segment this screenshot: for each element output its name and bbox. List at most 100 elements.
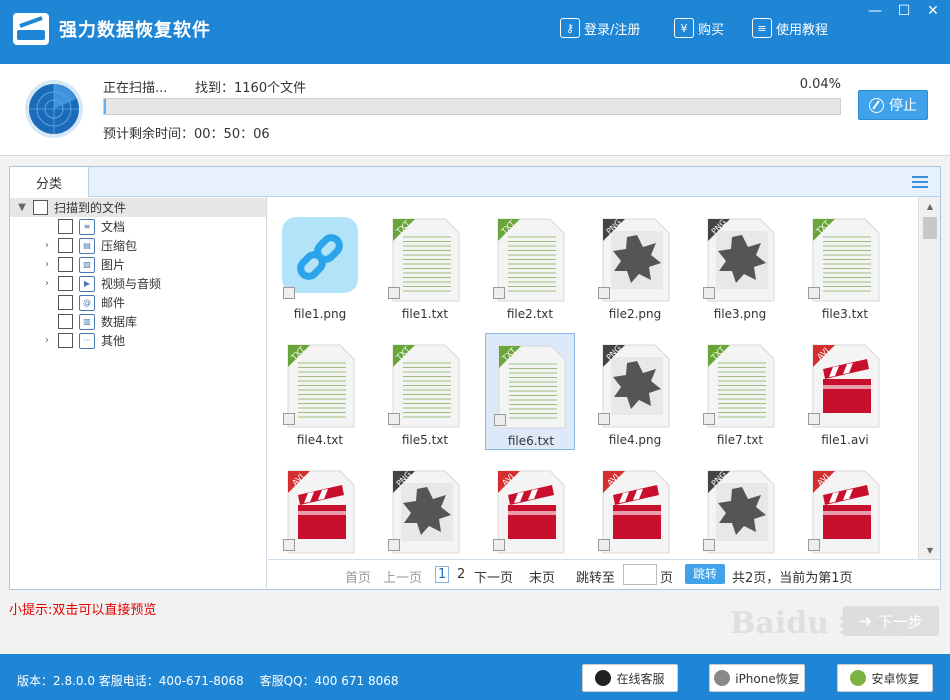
file-item[interactable]: AVIfile3.avi xyxy=(485,459,575,559)
file-item[interactable]: AVIfile4.avi xyxy=(590,459,680,559)
tree-item-checkbox[interactable] xyxy=(58,333,73,348)
chevron-down-icon[interactable]: ▼ xyxy=(15,201,29,215)
file-item[interactable]: TXT file2.txt xyxy=(485,207,575,324)
jump-page-input[interactable] xyxy=(623,564,657,585)
tree-item-checkbox[interactable] xyxy=(58,276,73,291)
image-icon: ▨ xyxy=(79,256,95,273)
book-icon: ≡ xyxy=(752,18,772,38)
vertical-scrollbar[interactable]: ▲ ▼ xyxy=(918,197,940,559)
tree-item[interactable]: › ▤ 压缩包 xyxy=(10,236,137,255)
android-recovery-button[interactable]: 安卓恢复 xyxy=(837,664,933,692)
file-checkbox[interactable] xyxy=(598,539,610,551)
scroll-thumb[interactable] xyxy=(923,217,937,239)
tutorial-link[interactable]: ≡ 使用教程 xyxy=(752,17,828,39)
files-found: 找到：1160个文件 xyxy=(195,81,307,96)
category-tree: ▼ 扫描到的文件 ≡ 文档 › ▤ 压缩包 › ▨ 图片 › ▶ 视频与音频 @ 邮件 ▥ 数据库 › ··· 其… xyxy=(10,197,267,589)
tree-item[interactable]: › ··· 其他 xyxy=(10,331,125,350)
footer-bar: 版本：2.8.0.0 客服电话：400-671-8068 客服QQ：400 67… xyxy=(0,654,950,700)
file-checkbox[interactable] xyxy=(808,539,820,551)
preview-tip: 小提示:双击可以直接预览 xyxy=(9,603,157,618)
tree-item-checkbox[interactable] xyxy=(58,219,73,234)
file-checkbox[interactable] xyxy=(283,539,295,551)
file-item[interactable]: PNGfile6.png xyxy=(695,459,785,559)
database-icon: ▥ xyxy=(79,313,95,330)
file-item[interactable]: PNG file2.png xyxy=(590,207,680,324)
file-checkbox[interactable] xyxy=(388,539,400,551)
tree-item[interactable]: › ▨ 图片 xyxy=(10,255,125,274)
tree-item-label: 图片 xyxy=(101,258,126,272)
tree-item[interactable]: › ▶ 视频与音频 xyxy=(10,274,161,293)
file-checkbox[interactable] xyxy=(703,413,715,425)
file-checkbox[interactable] xyxy=(598,413,610,425)
tree-root-checkbox[interactable] xyxy=(33,200,48,215)
stop-button[interactable]: 停止 xyxy=(858,90,928,120)
close-button[interactable]: ✕ xyxy=(920,0,946,22)
file-checkbox[interactable] xyxy=(283,287,295,299)
tree-item-checkbox[interactable] xyxy=(58,257,73,272)
file-item[interactable]: TXT file5.txt xyxy=(380,333,470,450)
tree-item-checkbox[interactable] xyxy=(58,295,73,310)
chevron-right-icon[interactable]: › xyxy=(40,258,54,272)
file-checkbox[interactable] xyxy=(493,287,505,299)
last-page-link[interactable]: 末页 xyxy=(529,567,555,586)
chevron-right-icon[interactable]: › xyxy=(40,334,54,348)
page-summary: 共2页，当前为第1页 xyxy=(732,571,853,586)
next-page-link[interactable]: 下一页 xyxy=(474,567,513,586)
login-link[interactable]: ⚷ 登录/注册 xyxy=(560,17,640,39)
file-item[interactable]: TXT file4.txt xyxy=(275,333,365,450)
file-item[interactable]: TXT file7.txt xyxy=(695,333,785,450)
file-name: file1.png xyxy=(293,307,347,321)
file-checkbox[interactable] xyxy=(493,539,505,551)
page-1-link[interactable]: 1 xyxy=(435,566,450,583)
scroll-down-icon[interactable]: ▼ xyxy=(919,541,941,559)
tree-item[interactable]: ▥ 数据库 xyxy=(10,312,137,331)
file-checkbox[interactable] xyxy=(808,287,820,299)
file-item[interactable]: PNG file3.png xyxy=(695,207,785,324)
file-name: file3.png xyxy=(713,307,767,321)
file-checkbox[interactable] xyxy=(494,414,506,426)
file-name: file2.png xyxy=(608,307,662,321)
file-checkbox[interactable] xyxy=(598,287,610,299)
scroll-up-icon[interactable]: ▲ xyxy=(919,197,941,215)
iphone-recovery-button[interactable]: iPhone恢复 xyxy=(709,664,805,692)
time-remaining: 预计剩余时间：00：50：06 xyxy=(103,127,270,142)
chevron-right-icon[interactable]: › xyxy=(40,239,54,253)
file-item[interactable]: file1.png xyxy=(275,207,365,324)
file-item[interactable]: TXT file1.txt xyxy=(380,207,470,324)
buy-link[interactable]: ¥ 购买 xyxy=(674,17,724,39)
file-item[interactable]: PNGfile5.png xyxy=(380,459,470,559)
file-item[interactable]: AVIfile5.avi xyxy=(800,459,890,559)
file-item[interactable]: AVIfile2.avi xyxy=(275,459,365,559)
menu-icon[interactable] xyxy=(912,176,928,188)
maximize-button[interactable]: ☐ xyxy=(891,0,917,22)
file-checkbox[interactable] xyxy=(703,539,715,551)
file-checkbox[interactable] xyxy=(388,413,400,425)
online-service-button[interactable]: 在线客服 xyxy=(582,664,678,692)
tree-item[interactable]: @ 邮件 xyxy=(10,293,125,312)
next-step-button[interactable]: ➜ 下一步 xyxy=(843,606,939,636)
file-checkbox[interactable] xyxy=(808,413,820,425)
app-title: 强力数据恢复软件 xyxy=(59,20,211,41)
tab-category[interactable]: 分类 xyxy=(10,167,89,197)
tree-item-label: 数据库 xyxy=(101,315,138,329)
prev-page-link[interactable]: 上一页 xyxy=(383,567,422,586)
file-checkbox[interactable] xyxy=(388,287,400,299)
tree-item-checkbox[interactable] xyxy=(58,314,73,329)
file-item[interactable]: TXT file6.txt xyxy=(485,333,575,450)
file-item[interactable]: PNG file4.png xyxy=(590,333,680,450)
first-page-link[interactable]: 首页 xyxy=(345,567,371,586)
chevron-right-icon[interactable]: › xyxy=(40,277,54,291)
file-item[interactable]: TXT file3.txt xyxy=(800,207,890,324)
file-item[interactable]: AVI file1.avi xyxy=(800,333,890,450)
apple-icon xyxy=(714,670,731,686)
minimize-button[interactable]: — xyxy=(862,0,888,22)
file-checkbox[interactable] xyxy=(283,413,295,425)
app-logo-icon xyxy=(13,13,49,45)
page-2-link[interactable]: 2 xyxy=(457,567,465,582)
tree-item-label: 其他 xyxy=(101,334,126,348)
tree-root[interactable]: ▼ 扫描到的文件 xyxy=(10,198,266,217)
tree-item[interactable]: ≡ 文档 xyxy=(10,217,125,236)
file-checkbox[interactable] xyxy=(703,287,715,299)
jump-button[interactable]: 跳转 xyxy=(685,564,725,584)
tree-item-checkbox[interactable] xyxy=(58,238,73,253)
